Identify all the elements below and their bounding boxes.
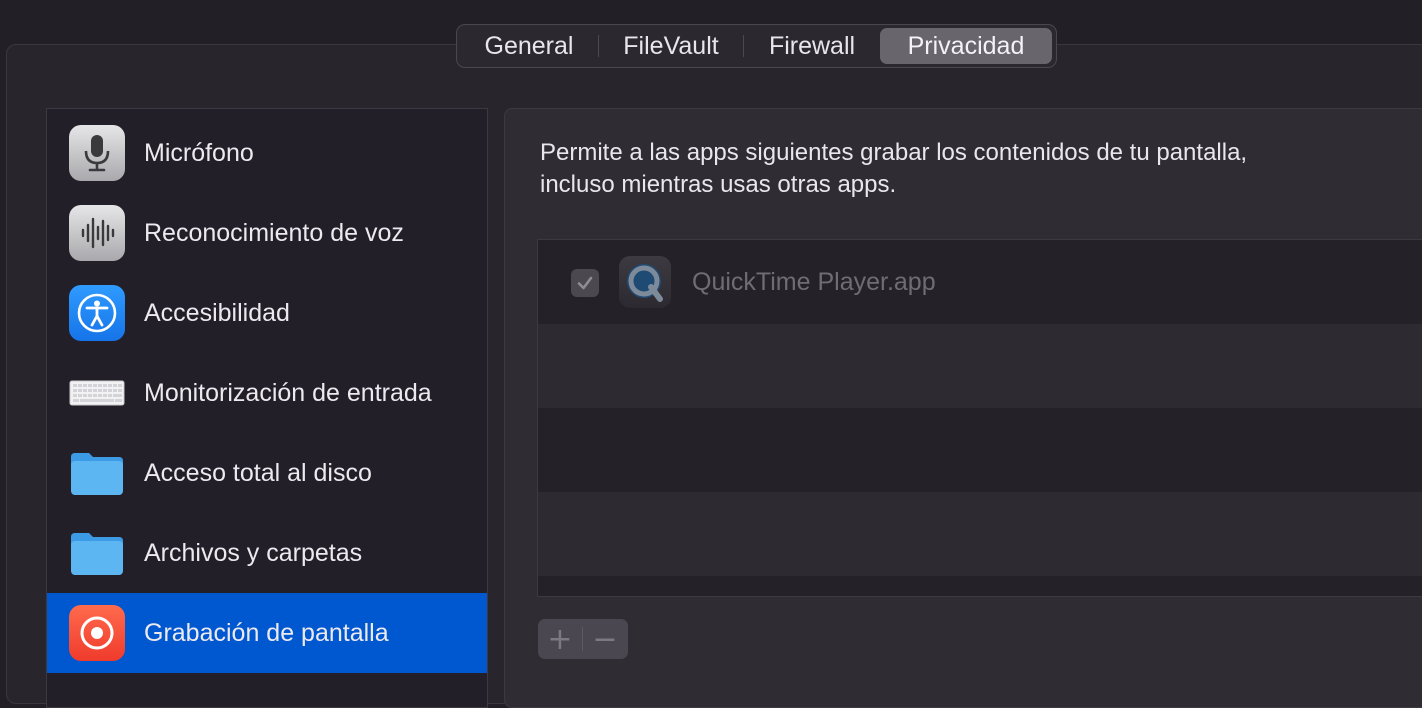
permission-description: Permite a las apps siguientes grabar los… [540, 137, 1420, 201]
tab-general-label: General [484, 31, 574, 60]
app-list-row: QuickTime Player.app [538, 240, 1422, 324]
app-enabled-checkbox[interactable] [571, 269, 599, 297]
sidebar-item-label: Acceso total al disco [144, 459, 372, 487]
folder-icon [69, 445, 125, 501]
add-app-button[interactable]: + [538, 619, 582, 659]
microphone-icon [69, 125, 125, 181]
content-panel: Permite a las apps siguientes grabar los… [504, 108, 1422, 708]
tab-firewall[interactable]: Firewall [744, 28, 880, 64]
tab-filevault-label: FileVault [623, 31, 719, 60]
sidebar-item-label: Monitorización de entrada [144, 379, 432, 407]
folder-icon [69, 525, 125, 581]
app-list-row-empty [538, 324, 1422, 408]
tab-firewall-label: Firewall [768, 31, 856, 60]
sidebar-item-acceso-total-al-disco[interactable]: Acceso total al disco [47, 433, 487, 513]
description-line: Permite a las apps siguientes grabar los… [540, 139, 1248, 166]
screen-recording-icon [69, 605, 125, 661]
remove-app-button[interactable]: − [583, 619, 627, 659]
quicktime-icon [619, 256, 671, 308]
speech-waveform-icon [69, 205, 125, 261]
sidebar-item-monitorizacion-de-entrada[interactable]: Monitorización de entrada [47, 353, 487, 433]
tab-filevault[interactable]: FileVault [599, 28, 743, 64]
app-list-row-empty [538, 492, 1422, 576]
accessibility-icon [69, 285, 125, 341]
description-line: incluso mientras usas otras apps. [540, 171, 897, 198]
tab-privacidad[interactable]: Privacidad [880, 28, 1052, 64]
sidebar-item-label: Grabación de pantalla [144, 619, 389, 647]
app-name: QuickTime Player.app [692, 268, 936, 296]
app-list-row-empty [538, 408, 1422, 492]
tab-bar: General FileVault Firewall Privacidad [456, 24, 1057, 68]
sidebar-item-label: Accesibilidad [144, 299, 290, 327]
tab-privacidad-label: Privacidad [907, 31, 1025, 60]
keyboard-icon [69, 365, 125, 421]
privacy-category-list: Micrófono Reconocimiento de voz Accesibi… [46, 108, 488, 708]
tab-general[interactable]: General [460, 28, 598, 64]
sidebar-item-label: Micrófono [144, 139, 254, 167]
sidebar-item-microfono[interactable]: Micrófono [47, 113, 487, 193]
sidebar-item-grabacion-de-pantalla[interactable]: Grabación de pantalla [47, 593, 487, 673]
sidebar-item-reconocimiento-de-voz[interactable]: Reconocimiento de voz [47, 193, 487, 273]
app-list-row-empty [538, 576, 1422, 596]
add-remove-control: + − [538, 619, 628, 659]
sidebar-item-archivos-y-carpetas[interactable]: Archivos y carpetas [47, 513, 487, 593]
sidebar-item-label: Archivos y carpetas [144, 539, 363, 567]
sidebar-item-label: Reconocimiento de voz [144, 219, 404, 247]
sidebar-item-accesibilidad[interactable]: Accesibilidad [47, 273, 487, 353]
checkmark-icon [577, 276, 593, 290]
app-list: QuickTime Player.app [537, 239, 1422, 597]
